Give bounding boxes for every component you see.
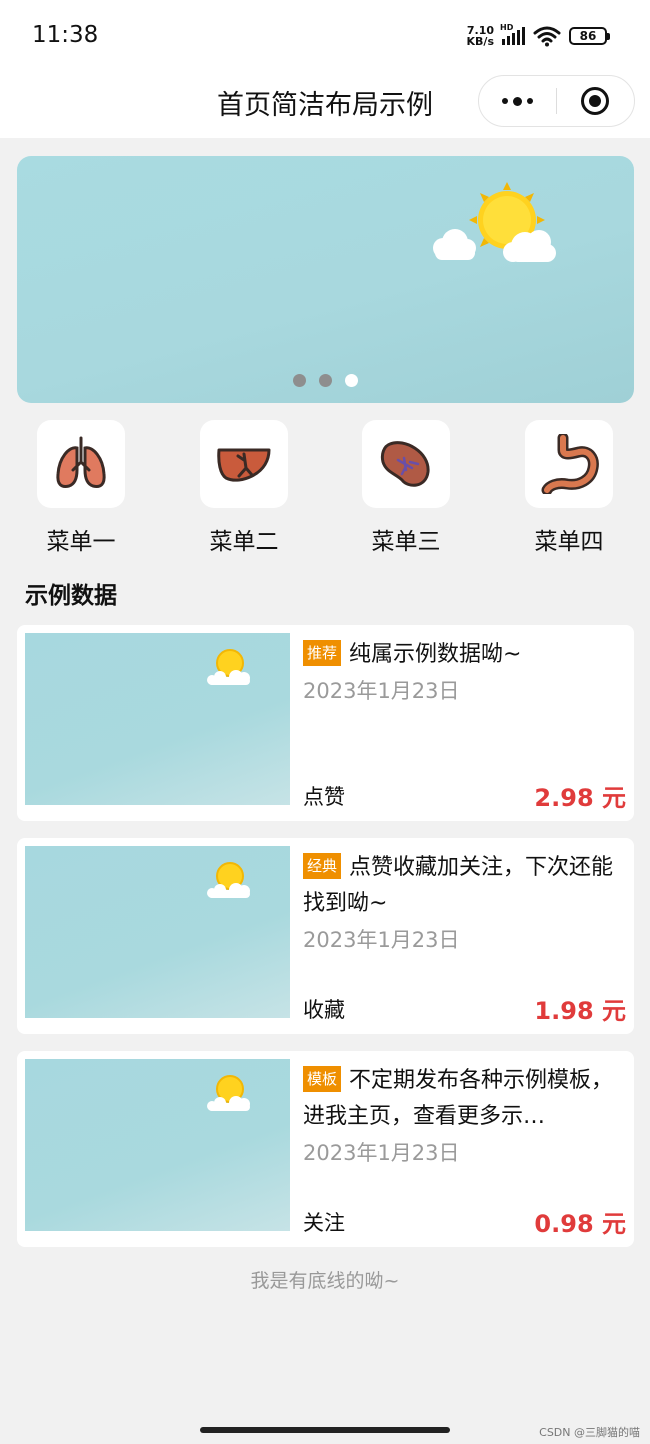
card-price: 1.98 元: [534, 997, 626, 1025]
list-item[interactable]: 模板 不定期发布各种示例模板，进我主页，查看更多示… 2023年1月23日 关注 …: [17, 1051, 634, 1247]
card-body: 经典 点赞收藏加关注，下次还能找到呦~ 2023年1月23日: [303, 850, 628, 954]
card-price: 0.98 元: [534, 1210, 626, 1238]
sun-cloud-icon: [433, 182, 556, 262]
lungs-icon: [56, 436, 106, 488]
card-date: 2023年1月23日: [303, 1141, 460, 1165]
menu-item-1[interactable]: 菜单一: [16, 420, 146, 556]
status-icons: 7.10 KB/s HD 86: [467, 23, 610, 47]
banner-dot-active[interactable]: [345, 374, 358, 387]
menu-icon-box: [525, 420, 613, 508]
more-dots-icon[interactable]: [479, 76, 556, 126]
follow-button[interactable]: 关注: [303, 1207, 345, 1237]
card-tag: 模板: [303, 1066, 342, 1092]
card-thumbnail: [25, 633, 290, 805]
card-body: 模板 不定期发布各种示例模板，进我主页，查看更多示… 2023年1月23日: [303, 1063, 628, 1167]
menu-icon-box: [200, 420, 288, 508]
sun-cloud-icon: [207, 1075, 250, 1111]
status-bar: 11:38 7.10 KB/s HD 86: [0, 0, 650, 70]
liver-icon: [217, 448, 271, 482]
signal-hd-label: HD: [500, 23, 514, 32]
menu-item-2[interactable]: 菜单二: [179, 420, 309, 556]
menu-icon-box: [37, 420, 125, 508]
kidney-icon: [380, 441, 430, 487]
nav-bar: 首页简洁布局示例: [0, 70, 650, 138]
card-title-text: 不定期发布各种示例模板，进我主页，查看更多示…: [303, 1068, 614, 1129]
section-title: 示例数据: [25, 583, 117, 609]
footer-text: 我是有底线的呦~: [250, 1270, 400, 1292]
banner-swiper[interactable]: [17, 156, 634, 403]
network-speed: 7.10 KB/s: [467, 25, 494, 47]
banner-dot[interactable]: [319, 374, 332, 387]
network-speed-unit: KB/s: [466, 35, 494, 48]
menu-grid: 菜单一 菜单二 菜单三 菜单四: [0, 420, 650, 560]
wifi-icon: [533, 26, 561, 47]
sun-cloud-icon: [207, 649, 250, 685]
card-thumbnail: [25, 1059, 290, 1231]
menu-item-3[interactable]: 菜单三: [341, 420, 471, 556]
home-indicator[interactable]: [200, 1427, 450, 1433]
target-icon[interactable]: [557, 76, 634, 126]
list-item[interactable]: 推荐 纯属示例数据呦~ 2023年1月23日 点赞 2.98 元: [17, 625, 634, 821]
card-title: 经典 点赞收藏加关注，下次还能找到呦~: [303, 850, 628, 922]
card-title: 模板 不定期发布各种示例模板，进我主页，查看更多示…: [303, 1063, 628, 1135]
status-time: 11:38: [32, 22, 99, 48]
battery-icon: 86: [569, 27, 610, 45]
signal-icon: HD: [500, 23, 525, 45]
banner-dot[interactable]: [293, 374, 306, 387]
banner-indicator: [17, 374, 634, 387]
battery-level: 86: [569, 27, 607, 45]
menu-icon-box: [362, 420, 450, 508]
like-button[interactable]: 点赞: [303, 781, 345, 811]
list-item[interactable]: 经典 点赞收藏加关注，下次还能找到呦~ 2023年1月23日 收藏 1.98 元: [17, 838, 634, 1034]
favorite-button[interactable]: 收藏: [303, 994, 345, 1024]
watermark: CSDN @三脚猫的喵: [539, 1426, 640, 1439]
card-title-text: 纯属示例数据呦~: [349, 642, 522, 667]
card-body: 推荐 纯属示例数据呦~ 2023年1月23日: [303, 637, 628, 705]
card-price: 2.98 元: [534, 784, 626, 812]
card-date: 2023年1月23日: [303, 679, 460, 703]
card-thumbnail: [25, 846, 290, 1018]
menu-label: 菜单一: [46, 529, 116, 555]
card-tag: 经典: [303, 853, 342, 879]
card-tag: 推荐: [303, 640, 342, 666]
card-date: 2023年1月23日: [303, 928, 460, 952]
card-title: 推荐 纯属示例数据呦~: [303, 637, 628, 673]
menu-label: 菜单四: [534, 529, 604, 555]
menu-item-4[interactable]: 菜单四: [504, 420, 634, 556]
menu-label: 菜单三: [371, 529, 441, 555]
stomach-icon: [541, 434, 599, 494]
sun-cloud-icon: [207, 862, 250, 898]
mini-program-capsule: [478, 75, 635, 127]
card-title-text: 点赞收藏加关注，下次还能找到呦~: [303, 855, 614, 916]
menu-label: 菜单二: [209, 529, 279, 555]
